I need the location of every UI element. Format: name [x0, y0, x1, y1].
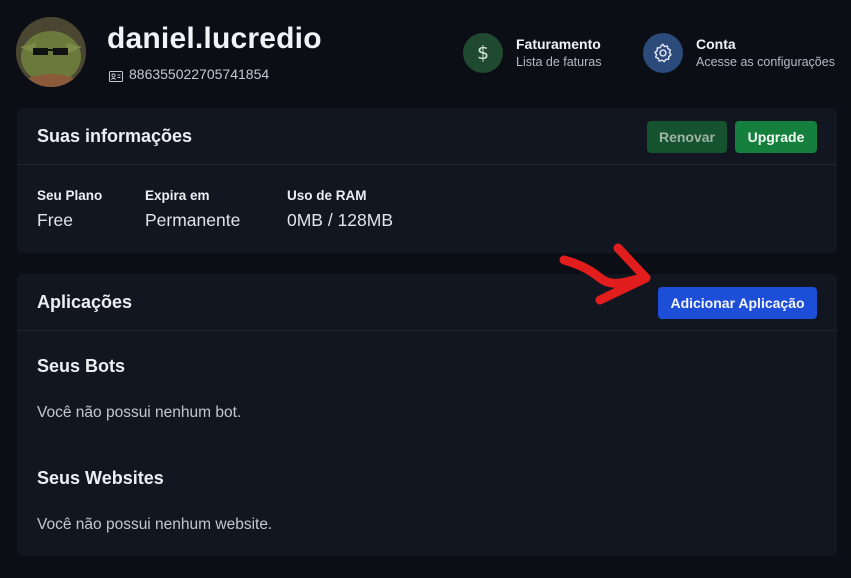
red-arrow-icon [559, 243, 651, 305]
expiry-label: Expira em [145, 188, 210, 203]
apps-card: Aplicações Adicionar Aplicação Seus Bots… [17, 274, 837, 556]
websites-empty-message: Você não possui nenhum website. [37, 516, 273, 533]
ram-value: 0MB / 128MB [287, 210, 394, 230]
apps-card-title: Aplicações [37, 291, 133, 312]
upgrade-button[interactable]: Upgrade [735, 121, 817, 153]
svg-text:$: $ [477, 42, 489, 64]
apps-card-header: Aplicações Adicionar Aplicação [17, 274, 837, 331]
username: daniel.lucredio [107, 22, 322, 55]
bots-empty-message: Você não possui nenhum bot. [37, 404, 242, 421]
ram-field: Uso de RAM 0MB / 128MB [287, 187, 393, 231]
user-id: 886355022705741854 [129, 66, 270, 82]
account-title: Conta [696, 36, 736, 52]
renew-button[interactable]: Renovar [647, 121, 727, 153]
profile-header: daniel.lucredio 886355022705741854 $ Fat… [0, 0, 851, 100]
billing-title: Faturamento [516, 36, 601, 52]
info-card-title: Suas informações [37, 125, 193, 146]
id-card-icon [109, 69, 123, 82]
account-link[interactable]: Conta Acesse as configurações [643, 33, 835, 73]
expiry-field: Expira em Permanente [145, 187, 247, 231]
info-card: Suas informações Renovar Upgrade Seu Pla… [17, 108, 837, 253]
avatar[interactable] [16, 17, 86, 87]
plan-label: Seu Plano [37, 188, 103, 203]
expiry-value: Permanente [145, 210, 241, 230]
user-id-row: 886355022705741854 [109, 66, 269, 82]
account-subtitle: Acesse as configurações [696, 55, 835, 69]
gear-icon [643, 33, 683, 73]
add-application-button[interactable]: Adicionar Aplicação [658, 287, 817, 319]
plan-field: Seu Plano Free [37, 187, 105, 231]
info-card-header: Suas informações Renovar Upgrade [17, 108, 837, 165]
ram-label: Uso de RAM [287, 188, 367, 203]
billing-subtitle: Lista de faturas [516, 55, 602, 69]
billing-link[interactable]: $ Faturamento Lista de faturas [463, 33, 601, 73]
websites-title: Seus Websites [37, 468, 164, 488]
dollar-icon: $ [463, 33, 503, 73]
plan-value: Free [37, 210, 73, 230]
info-fields: Seu Plano Free Expira em Permanente Uso … [17, 187, 837, 231]
bots-title: Seus Bots [37, 356, 126, 376]
